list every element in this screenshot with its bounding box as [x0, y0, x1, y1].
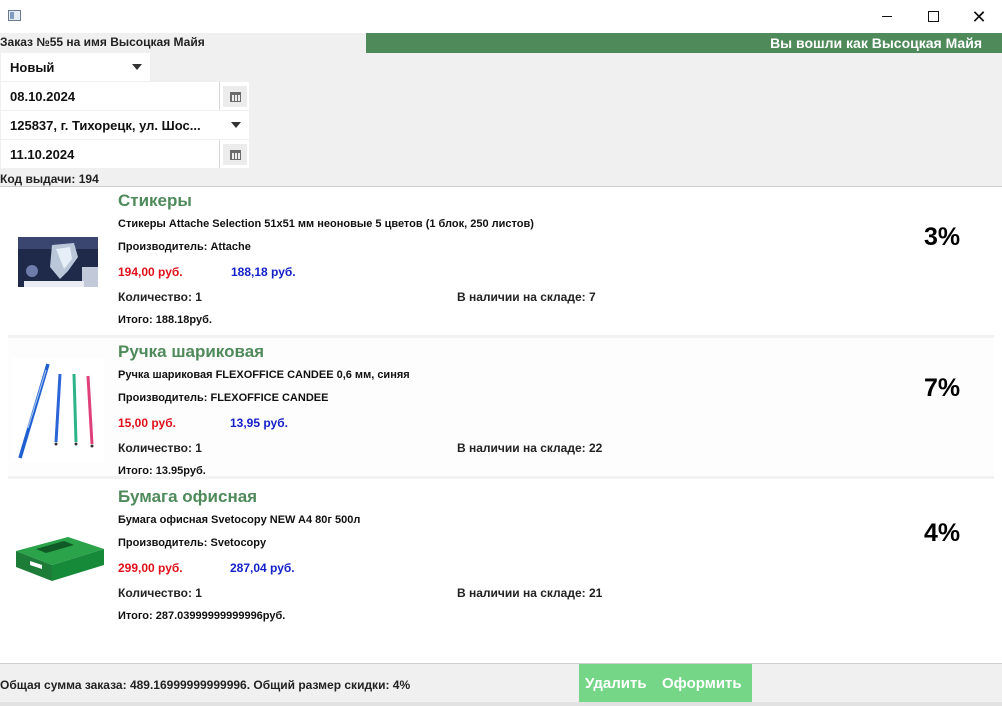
minimize-button[interactable] [864, 0, 910, 33]
product-price-old: 15,00 руб. [118, 416, 176, 430]
title-bar: ✕ [0, 0, 1002, 33]
product-total: Итого: 287.03999999999996руб. [118, 610, 286, 622]
delete-button[interactable]: Удалить [585, 675, 647, 692]
product-name: Бумага офисная [118, 487, 258, 506]
product-stock: В наличии на складе: 21 [457, 586, 603, 600]
product-name: Ручка шариковая [118, 342, 265, 361]
product-stock: В наличии на складе: 22 [457, 441, 603, 455]
product-discount: 7% [924, 374, 961, 402]
product-description: Стикеры Attache Selection 51x51 мм неоно… [118, 218, 534, 230]
address-select[interactable]: 125837, г. Тихорецк, ул. Шос... [1, 111, 249, 139]
user-banner: Вы вошли как Высоцкая Майя [366, 33, 1002, 53]
list-item[interactable]: Ручка шариковая Ручка шариковая FLEXOFFI… [8, 335, 994, 479]
checkout-button[interactable]: Оформить [662, 675, 742, 692]
calendar-icon [229, 91, 241, 102]
product-price-new: 13,95 руб. [230, 416, 288, 430]
order-items-list[interactable]: Стикеры Стикеры Attache Selection 51x51 … [0, 186, 1002, 664]
product-quantity: Количество: 1 [118, 290, 202, 304]
product-description: Ручка шариковая FLEXOFFICE CANDEE 0,6 мм… [118, 369, 410, 381]
maximize-icon [927, 11, 939, 22]
minimize-icon [882, 16, 892, 17]
product-manufacturer: Производитель: Svetocopy [118, 537, 267, 549]
order-date-value: 08.10.2024 [10, 89, 76, 104]
product-image-pen [12, 358, 104, 462]
order-date-picker[interactable]: 08.10.2024 [1, 82, 249, 110]
product-total: Итого: 188.18руб. [118, 314, 212, 326]
product-discount: 3% [924, 223, 961, 251]
order-date-calendar-button[interactable] [223, 86, 247, 107]
close-icon: ✕ [971, 6, 987, 27]
list-item[interactable]: Бумага офисная Бумага офисная Svetocopy … [8, 483, 994, 627]
product-price-old: 194,00 руб. [118, 265, 183, 279]
order-date-input[interactable]: 08.10.2024 [1, 82, 220, 110]
product-description: Бумага офисная Svetocopy NEW A4 80г 500л [118, 514, 361, 526]
delivery-date-calendar-button[interactable] [223, 144, 247, 165]
window-bottom-edge [0, 702, 1002, 706]
product-image-stickers [12, 227, 104, 297]
product-manufacturer: Производитель: FLEXOFFICE CANDEE [118, 392, 329, 404]
chevron-down-icon [132, 64, 142, 70]
calendar-icon [229, 149, 241, 160]
product-quantity: Количество: 1 [118, 586, 202, 600]
order-title: Заказ №55 на имя Высоцкая Майя [0, 35, 205, 49]
product-image-paper [12, 523, 104, 593]
status-value: Новый [10, 60, 55, 75]
product-manufacturer: Производитель: Attache [118, 241, 251, 253]
app-icon [8, 10, 21, 21]
list-item[interactable]: Стикеры Стикеры Attache Selection 51x51 … [8, 187, 994, 331]
delivery-date-value: 11.10.2024 [10, 147, 75, 162]
product-total: Итого: 13.95руб. [118, 465, 206, 477]
pickup-code: Код выдачи: 194 [0, 172, 99, 186]
chevron-down-icon [231, 122, 241, 128]
close-button[interactable]: ✕ [956, 0, 1002, 33]
product-quantity: Количество: 1 [118, 441, 202, 455]
product-name: Стикеры [118, 191, 192, 210]
status-select[interactable]: Новый [1, 53, 150, 81]
maximize-button[interactable] [910, 0, 956, 33]
product-discount: 4% [924, 519, 961, 547]
address-value: 125837, г. Тихорецк, ул. Шос... [10, 118, 201, 133]
delivery-date-picker[interactable]: 11.10.2024 [1, 140, 249, 168]
user-banner-label: Вы вошли как Высоцкая Майя [770, 35, 982, 51]
product-price-new: 287,04 руб. [230, 561, 295, 575]
order-summary: Общая сумма заказа: 489.16999999999996. … [0, 678, 411, 692]
app-window: ✕ Заказ №55 на имя Высоцкая Майя Вы вошл… [0, 0, 1002, 706]
product-stock: В наличии на складе: 7 [457, 290, 596, 304]
product-price-new: 188,18 руб. [231, 265, 296, 279]
product-price-old: 299,00 руб. [118, 561, 183, 575]
action-panel: Удалить Оформить [579, 664, 752, 702]
delivery-date-input[interactable]: 11.10.2024 [1, 140, 220, 168]
